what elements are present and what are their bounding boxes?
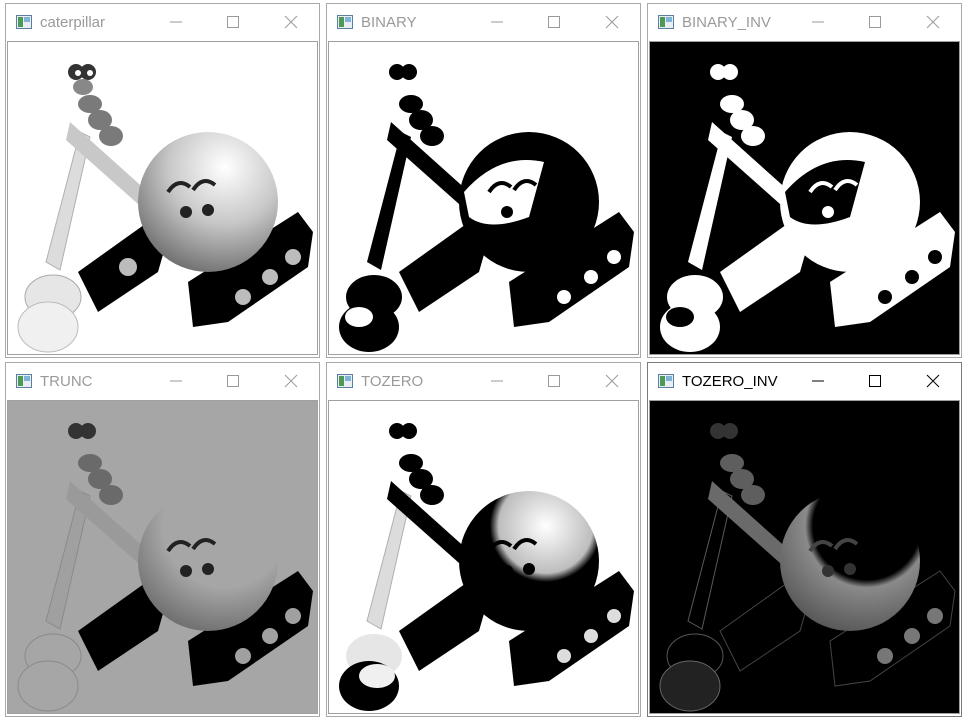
image-view (649, 400, 960, 714)
maximize-icon (548, 375, 560, 387)
window-binary[interactable]: BINARY (326, 3, 641, 358)
image-view (7, 400, 318, 714)
close-icon (926, 374, 940, 388)
image-view (328, 400, 639, 714)
app-icon (16, 374, 32, 388)
minimize-button[interactable] (161, 369, 191, 393)
app-icon (16, 15, 32, 29)
maximize-button[interactable] (218, 10, 248, 34)
window-tozero-inv[interactable]: TOZERO_INV (647, 362, 962, 717)
app-icon (337, 374, 353, 388)
maximize-button[interactable] (860, 10, 890, 34)
close-icon (926, 15, 940, 29)
close-icon (284, 15, 298, 29)
minimize-icon (812, 21, 824, 23)
image-view (7, 41, 318, 355)
minimize-icon (491, 21, 503, 23)
maximize-icon (227, 375, 239, 387)
maximize-button[interactable] (218, 369, 248, 393)
close-button[interactable] (276, 369, 306, 393)
app-icon (337, 15, 353, 29)
minimize-button[interactable] (161, 10, 191, 34)
minimize-icon (812, 380, 824, 382)
title-bar[interactable]: BINARY_INV (648, 4, 961, 41)
close-button[interactable] (597, 369, 627, 393)
maximize-icon (869, 16, 881, 28)
maximize-icon (227, 16, 239, 28)
minimize-icon (491, 380, 503, 382)
window-binary-inv[interactable]: BINARY_INV (647, 3, 962, 358)
minimize-icon (170, 21, 182, 23)
title-bar[interactable]: BINARY (327, 4, 640, 41)
image-view (649, 41, 960, 355)
close-icon (605, 374, 619, 388)
window-title: TOZERO_INV (682, 373, 778, 390)
image-view (328, 41, 639, 355)
close-button[interactable] (276, 10, 306, 34)
app-icon (658, 374, 674, 388)
window-tozero[interactable]: TOZERO (326, 362, 641, 717)
window-title: TOZERO (361, 373, 424, 390)
minimize-button[interactable] (482, 10, 512, 34)
app-icon (658, 15, 674, 29)
maximize-button[interactable] (860, 369, 890, 393)
window-caterpillar[interactable]: caterpillar (5, 3, 320, 358)
maximize-button[interactable] (539, 10, 569, 34)
title-bar[interactable]: TOZERO (327, 363, 640, 400)
window-title: BINARY_INV (682, 14, 771, 31)
window-trunc[interactable]: TRUNC (5, 362, 320, 717)
title-bar[interactable]: caterpillar (6, 4, 319, 41)
minimize-button[interactable] (482, 369, 512, 393)
title-bar[interactable]: TRUNC (6, 363, 319, 400)
minimize-button[interactable] (803, 10, 833, 34)
close-button[interactable] (918, 10, 948, 34)
body-ball (138, 132, 278, 272)
minimize-button[interactable] (803, 369, 833, 393)
maximize-button[interactable] (539, 369, 569, 393)
title-bar[interactable]: TOZERO_INV (648, 363, 961, 400)
window-title: TRUNC (40, 373, 93, 390)
maximize-icon (548, 16, 560, 28)
window-title: caterpillar (40, 14, 106, 31)
maximize-icon (869, 375, 881, 387)
close-button[interactable] (597, 10, 627, 34)
close-icon (605, 15, 619, 29)
window-title: BINARY (361, 14, 417, 31)
minimize-icon (170, 380, 182, 382)
close-icon (284, 374, 298, 388)
close-button[interactable] (918, 369, 948, 393)
